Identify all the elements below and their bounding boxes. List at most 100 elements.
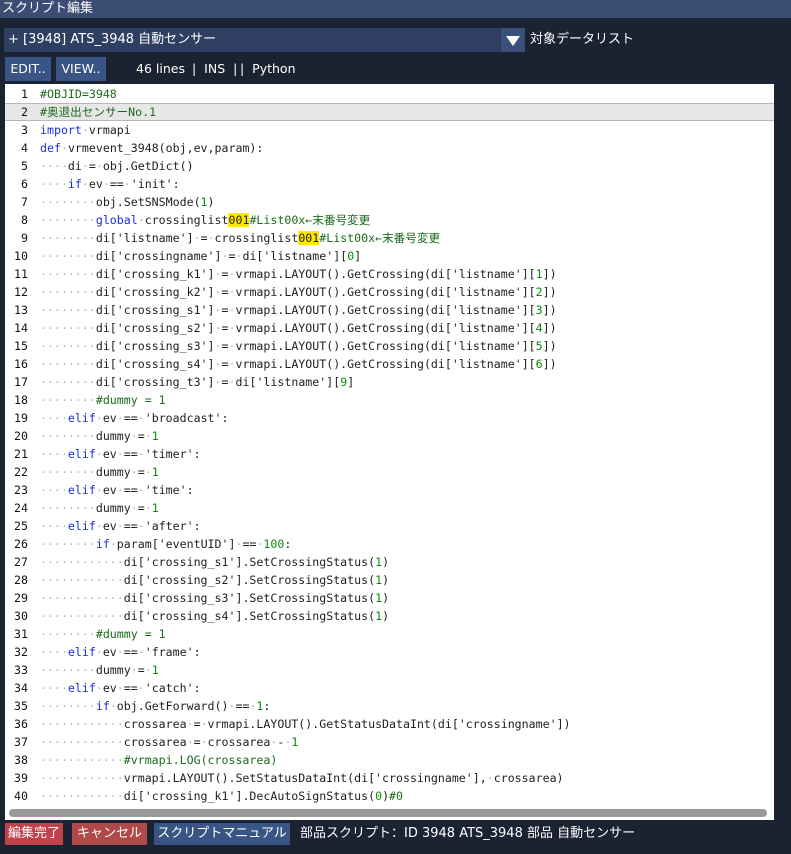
code-line[interactable]: 36 ············crossarea·=·vrmapi.LAYOUT(… — [5, 715, 774, 733]
code-text[interactable]: ········#dummy = 1 — [40, 625, 166, 643]
code-line[interactable]: 16 ········di['crossing_s4']·=·vrmapi.LAY… — [5, 355, 774, 373]
code-text[interactable]: ········obj.SetSNSMode(1) — [40, 193, 215, 211]
code-text[interactable]: ········di['crossingname']·=·di['listnam… — [40, 247, 361, 265]
code-text[interactable]: ········di['crossing_s4']·=·vrmapi.LAYOU… — [40, 355, 557, 373]
line-number: 40 — [14, 789, 28, 803]
cancel-button[interactable]: キャンセル — [72, 823, 147, 845]
code-text[interactable]: ········if·param['eventUID']·==·100: — [40, 535, 291, 553]
code-text[interactable]: ········di['crossing_s3']·=·vrmapi.LAYOU… — [40, 337, 557, 355]
code-line[interactable]: 32 ····elif·ev·==·'frame': — [5, 643, 774, 661]
code-line[interactable]: 20 ········dummy·=·1 — [5, 427, 774, 445]
code-line[interactable]: 21 ····elif·ev·==·'timer': — [5, 445, 774, 463]
code-text[interactable]: ········di['crossing_s1']·=·vrmapi.LAYOU… — [40, 301, 557, 319]
line-number: 3 — [21, 123, 28, 137]
code-text[interactable]: ············#vrmapi.LOG(crossarea) — [40, 751, 277, 769]
code-text[interactable]: ············vrmapi.LAYOUT().SetStatusDat… — [40, 769, 564, 787]
code-text[interactable]: ············di['crossing_s2'].SetCrossin… — [40, 571, 389, 589]
code-text[interactable]: ············di['crossing_s1'].SetCrossin… — [40, 553, 389, 571]
view-menu-button[interactable]: VIEW.. — [56, 57, 106, 81]
code-text[interactable]: ········dummy·=·1 — [40, 499, 159, 517]
code-text[interactable]: ····di·=·obj.GetDict() — [40, 157, 194, 175]
code-text[interactable]: ········di['listname']·=·crossinglist001… — [40, 229, 440, 247]
code-text[interactable]: ········if·obj.GetForward()·==·1: — [40, 697, 270, 715]
code-line[interactable]: 13 ········di['crossing_s1']·=·vrmapi.LAY… — [5, 301, 774, 319]
edit-menu-button[interactable]: EDIT.. — [5, 57, 51, 81]
code-line[interactable]: 17 ········di['crossing_t3']·=·di['listna… — [5, 373, 774, 391]
code-text[interactable]: ········di['crossing_k1']·=·vrmapi.LAYOU… — [40, 265, 557, 283]
code-line[interactable]: 10 ········di['crossingname']·=·di['listn… — [5, 247, 774, 265]
code-text[interactable]: ····elif·ev·==·'timer': — [40, 445, 201, 463]
code-text[interactable]: ············di['crossing_k1'].DecAutoSig… — [40, 787, 403, 805]
code-text[interactable]: #奥退出センサーNo.1 — [40, 104, 156, 120]
code-line[interactable]: 35 ········if·obj.GetForward()·==·1: — [5, 697, 774, 715]
code-line[interactable]: 8 ········global·crossinglist001#List00x←… — [5, 211, 774, 229]
code-line[interactable]: 34 ····elif·ev·==·'catch': — [5, 679, 774, 697]
horizontal-scrollbar[interactable] — [5, 806, 774, 820]
line-number: 34 — [14, 681, 28, 695]
code-text[interactable]: ············crossarea·=·vrmapi.LAYOUT().… — [40, 715, 571, 733]
code-text[interactable]: ········di['crossing_s2']·=·vrmapi.LAYOU… — [40, 319, 557, 337]
chevron-down-icon[interactable] — [501, 28, 525, 52]
target-data-list-label[interactable]: 対象データリスト — [530, 28, 634, 52]
code-line[interactable]: 11 ········di['crossing_k1']·=·vrmapi.LAY… — [5, 265, 774, 283]
code-line[interactable]: 5 ····di·=·obj.GetDict() — [5, 157, 774, 175]
code-text[interactable]: ············di['crossing_s3'].SetCrossin… — [40, 589, 389, 607]
code-line[interactable]: 28 ············di['crossing_s2'].SetCross… — [5, 571, 774, 589]
scrollbar-thumb[interactable] — [9, 809, 767, 817]
code-line[interactable]: 22 ········dummy·=·1 — [5, 463, 774, 481]
code-text[interactable]: ····elif·ev·==·'broadcast': — [40, 409, 229, 427]
line-number: 7 — [21, 195, 28, 209]
code-line[interactable]: 3 import·vrmapi — [5, 121, 774, 139]
code-line[interactable]: 18 ········#dummy = 1 — [5, 391, 774, 409]
code-line[interactable]: 2 #奥退出センサーNo.1 — [5, 103, 774, 121]
code-line[interactable]: 27 ············di['crossing_s1'].SetCross… — [5, 553, 774, 571]
code-line[interactable]: 38 ············#vrmapi.LOG(crossarea) — [5, 751, 774, 769]
code-line[interactable]: 29 ············di['crossing_s3'].SetCross… — [5, 589, 774, 607]
code-text[interactable]: ········#dummy = 1 — [40, 391, 166, 409]
code-line[interactable]: 23 ····elif·ev·==·'time': — [5, 481, 774, 499]
code-text[interactable]: ····if·ev·==·'init': — [40, 175, 180, 193]
language-label: | Python — [240, 61, 296, 76]
code-text[interactable]: ····elif·ev·==·'after': — [40, 517, 201, 535]
code-line[interactable]: 31 ········#dummy = 1 — [5, 625, 774, 643]
code-text[interactable]: ····elif·ev·==·'catch': — [40, 679, 201, 697]
code-editor[interactable]: 1 #OBJID=3948 2 #奥退出センサーNo.1 3 import·vrmapi 4… — [5, 84, 774, 806]
code-text[interactable]: ········dummy·=·1 — [40, 661, 159, 679]
code-text[interactable]: #OBJID=3948 — [40, 85, 117, 103]
code-line[interactable]: 37 ············crossarea·=·crossarea·-·1 — [5, 733, 774, 751]
code-text[interactable]: ········global·crossinglist001#List00x←末… — [40, 211, 370, 229]
code-line[interactable]: 4 def·vrmevent_3948(obj,ev,param): — [5, 139, 774, 157]
code-text[interactable]: ········dummy·=·1 — [40, 463, 159, 481]
code-text[interactable]: ············di['crossing_s4'].SetCrossin… — [40, 607, 389, 625]
code-text[interactable]: ····elif·ev·==·'time': — [40, 481, 194, 499]
code-line[interactable]: 1 #OBJID=3948 — [5, 85, 774, 103]
object-selector[interactable]: + [3948] ATS_3948 自動センサー — [4, 28, 525, 52]
vertical-scrollbar[interactable] — [776, 84, 790, 820]
code-line[interactable]: 25 ····elif·ev·==·'after': — [5, 517, 774, 535]
code-line[interactable]: 12 ········di['crossing_k2']·=·vrmapi.LAY… — [5, 283, 774, 301]
code-text[interactable]: import·vrmapi — [40, 121, 131, 139]
script-manual-button[interactable]: スクリプトマニュアル — [154, 823, 290, 845]
insert-mode: | INS | — [192, 61, 238, 76]
code-line[interactable]: 33 ········dummy·=·1 — [5, 661, 774, 679]
code-text[interactable]: def·vrmevent_3948(obj,ev,param): — [40, 139, 263, 157]
code-line[interactable]: 15 ········di['crossing_s3']·=·vrmapi.LAY… — [5, 337, 774, 355]
line-number: 28 — [14, 573, 28, 587]
code-line[interactable]: 40 ············di['crossing_k1'].DecAutoS… — [5, 787, 774, 805]
code-line[interactable]: 26 ········if·param['eventUID']·==·100: — [5, 535, 774, 553]
code-text[interactable]: ········di['crossing_t3']·=·di['listname… — [40, 373, 354, 391]
finish-edit-button[interactable]: 編集完了 — [5, 823, 63, 845]
code-line[interactable]: 30 ············di['crossing_s4'].SetCross… — [5, 607, 774, 625]
code-line[interactable]: 6 ····if·ev·==·'init': — [5, 175, 774, 193]
code-line[interactable]: 9 ········di['listname']·=·crossinglist00… — [5, 229, 774, 247]
line-number: 35 — [14, 699, 28, 713]
code-line[interactable]: 7 ········obj.SetSNSMode(1) — [5, 193, 774, 211]
code-line[interactable]: 39 ············vrmapi.LAYOUT().SetStatusD… — [5, 769, 774, 787]
code-text[interactable]: ····elif·ev·==·'frame': — [40, 643, 201, 661]
code-text[interactable]: ········di['crossing_k2']·=·vrmapi.LAYOU… — [40, 283, 557, 301]
code-line[interactable]: 19 ····elif·ev·==·'broadcast': — [5, 409, 774, 427]
code-line[interactable]: 14 ········di['crossing_s2']·=·vrmapi.LAY… — [5, 319, 774, 337]
code-text[interactable]: ············crossarea·=·crossarea·-·1 — [40, 733, 298, 751]
code-line[interactable]: 24 ········dummy·=·1 — [5, 499, 774, 517]
code-text[interactable]: ········dummy·=·1 — [40, 427, 159, 445]
